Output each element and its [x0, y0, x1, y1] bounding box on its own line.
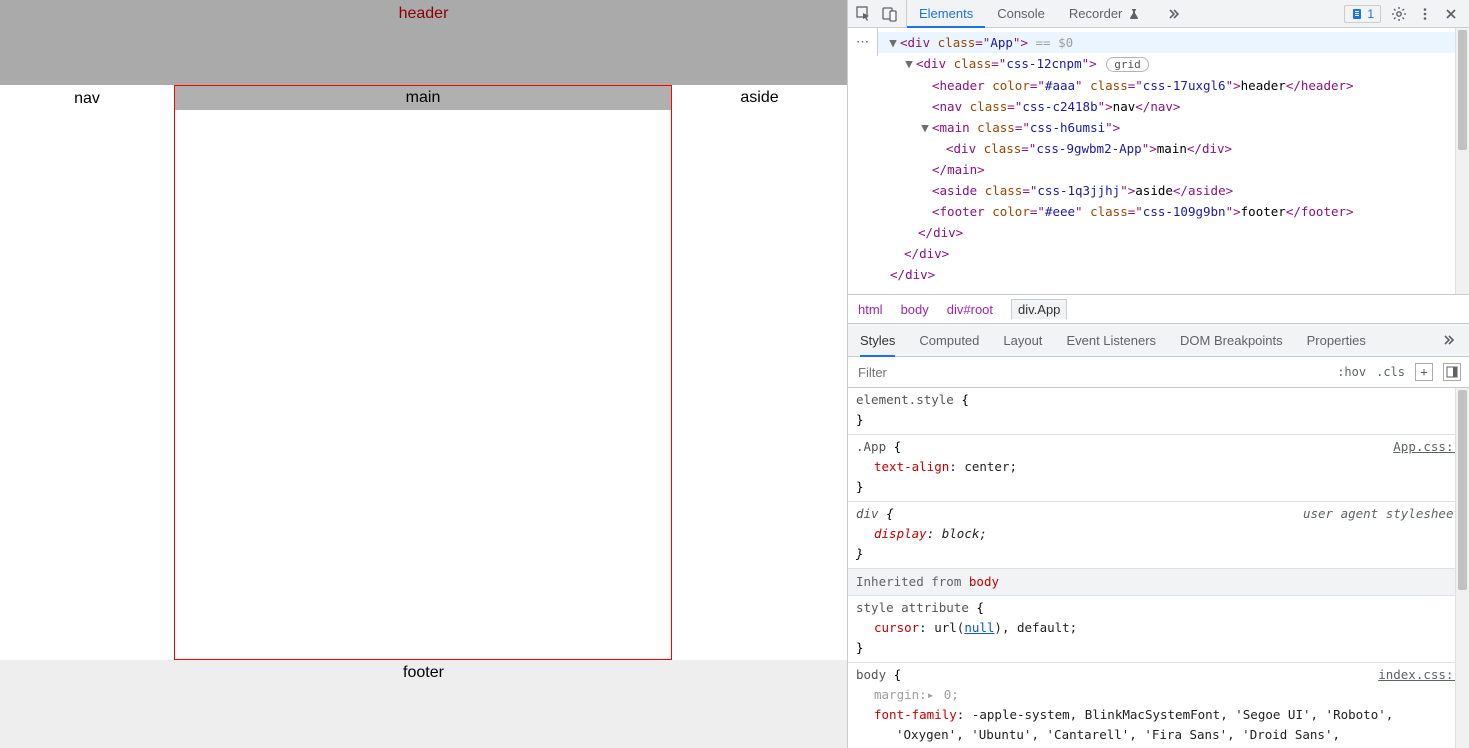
preview-footer: footer [0, 660, 847, 748]
devtools-toolbar: Elements Console Recorder 1 [848, 0, 1469, 28]
issues-badge[interactable]: 1 [1344, 5, 1381, 23]
style-rule[interactable]: App.css:1 .App { text-align: center; } [848, 435, 1469, 502]
inherited-header: Inherited from body [848, 569, 1469, 596]
gear-icon[interactable] [1391, 6, 1407, 22]
breadcrumb-item[interactable]: body [901, 302, 929, 317]
subtab-properties[interactable]: Properties [1307, 324, 1366, 356]
close-icon[interactable] [1443, 6, 1459, 22]
disclosure-triangle-icon[interactable]: ▼ [888, 32, 898, 53]
expand-shorthand-icon[interactable]: ▸ [927, 685, 935, 705]
subtab-layout[interactable]: Layout [1003, 324, 1042, 356]
style-rule[interactable]: element.style { } [848, 388, 1469, 435]
tab-console[interactable]: Console [985, 0, 1057, 27]
cls-toggle[interactable]: .cls [1376, 365, 1405, 379]
elements-tree-wrapper: ⋯ ▼<div class="App"> == $0 ▼<div class="… [848, 28, 1469, 294]
breadcrumb: html body div#root div.App [848, 294, 1469, 324]
elements-tree[interactable]: ▼<div class="App"> == $0 ▼<div class="cs… [878, 28, 1455, 294]
issues-count: 1 [1367, 7, 1374, 21]
subtab-computed[interactable]: Computed [919, 324, 979, 356]
inspect-icon[interactable] [856, 6, 872, 22]
device-toggle-icon[interactable] [882, 6, 898, 22]
source-link[interactable]: App.css:1 [1393, 437, 1461, 457]
tabs-overflow[interactable] [1154, 0, 1194, 27]
styles-filter-row: :hov .cls + [848, 357, 1469, 388]
style-rule[interactable]: user agent stylesheet div { display: blo… [848, 502, 1469, 569]
elements-scrollbar[interactable] [1455, 28, 1469, 294]
chevron-double-right-icon[interactable] [1441, 332, 1457, 348]
preview-aside: aside [672, 85, 847, 660]
preview-nav: nav [0, 85, 174, 660]
styles-filter-input[interactable] [856, 364, 1337, 381]
page-preview: header nav main aside footer [0, 0, 847, 748]
styles-pane[interactable]: element.style { } App.css:1 .App { text-… [848, 388, 1469, 748]
grid-badge[interactable]: grid [1106, 57, 1149, 72]
preview-header: header [0, 0, 847, 85]
preview-main: main [174, 85, 672, 660]
toggle-pane-icon[interactable] [1443, 363, 1461, 381]
breadcrumb-item[interactable]: div#root [947, 302, 993, 317]
breadcrumb-item[interactable]: html [858, 302, 883, 317]
devtools-panel: Elements Console Recorder 1 [847, 0, 1469, 748]
hov-toggle[interactable]: :hov [1337, 365, 1366, 379]
chevron-double-right-icon [1166, 6, 1182, 22]
elements-more-icon[interactable]: ⋯ [848, 28, 878, 56]
disclosure-triangle-icon[interactable]: ▼ [920, 117, 930, 138]
kebab-icon[interactable] [1417, 6, 1433, 22]
subtab-event-listeners[interactable]: Event Listeners [1066, 324, 1156, 356]
disclosure-triangle-icon[interactable]: ▼ [904, 53, 914, 74]
source-label: user agent stylesheet [1303, 504, 1461, 524]
style-rule[interactable]: style attribute { cursor: url(null), def… [848, 596, 1469, 663]
flask-icon [1126, 6, 1142, 22]
styles-scrollbar[interactable] [1455, 388, 1469, 748]
styles-subtabs: Styles Computed Layout Event Listeners D… [848, 324, 1469, 357]
tab-elements[interactable]: Elements [907, 0, 985, 27]
breadcrumb-item-selected[interactable]: div.App [1011, 299, 1067, 320]
new-rule-button[interactable]: + [1415, 363, 1433, 381]
style-rule[interactable]: index.css:1 body { margin:▸ 0; font-fami… [848, 663, 1469, 748]
subtab-dom-breakpoints[interactable]: DOM Breakpoints [1180, 324, 1283, 356]
tab-recorder[interactable]: Recorder [1057, 0, 1154, 27]
subtab-styles[interactable]: Styles [860, 324, 895, 356]
tab-recorder-label: Recorder [1069, 6, 1122, 21]
source-link[interactable]: index.css:1 [1378, 665, 1461, 685]
preview-main-label: main [175, 86, 671, 110]
